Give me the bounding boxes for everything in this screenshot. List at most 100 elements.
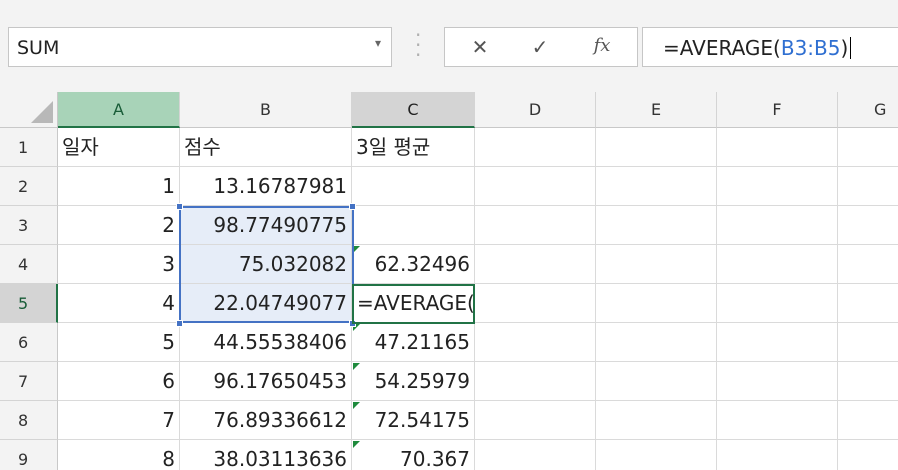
cell-d2[interactable] — [475, 167, 596, 206]
cell-f3[interactable] — [717, 206, 838, 245]
cell-b9[interactable]: 38.03113636 — [180, 440, 352, 470]
cell-e9[interactable] — [596, 440, 717, 470]
range-resize-handle[interactable] — [349, 203, 356, 210]
insert-function-icon[interactable]: fx — [587, 35, 617, 61]
cell-d9[interactable] — [475, 440, 596, 470]
cell-g7[interactable] — [838, 362, 898, 401]
cell-a1[interactable]: 일자 — [58, 128, 180, 167]
cell-c9[interactable]: 70.367 — [352, 440, 475, 470]
select-all-button[interactable] — [0, 92, 58, 128]
cell-b6[interactable]: 44.55538406 — [180, 323, 352, 362]
cell-g2[interactable] — [838, 167, 898, 206]
name-box[interactable]: SUM ▾ — [8, 27, 392, 67]
row-header-8[interactable]: 8 — [0, 401, 58, 440]
cell-f9[interactable] — [717, 440, 838, 470]
cell-a7[interactable]: 6 — [58, 362, 180, 401]
cell-d8[interactable] — [475, 401, 596, 440]
column-header-g[interactable]: G — [838, 92, 898, 128]
cell-c8[interactable]: 72.54175 — [352, 401, 475, 440]
cell-e2[interactable] — [596, 167, 717, 206]
row-header-6[interactable]: 6 — [0, 323, 58, 362]
cell-c5-editing[interactable]: =AVERAGE( — [352, 284, 475, 323]
grip-icon[interactable]: · · · — [415, 25, 421, 65]
cell-d1[interactable] — [475, 128, 596, 167]
cell-e1[interactable] — [596, 128, 717, 167]
cell-g5[interactable] — [838, 284, 898, 323]
cell-b1[interactable]: 점수 — [180, 128, 352, 167]
cell-f1[interactable] — [717, 128, 838, 167]
cell-b3[interactable]: 98.77490775 — [180, 206, 352, 245]
row-header-1[interactable]: 1 — [0, 128, 58, 167]
cell-d3[interactable] — [475, 206, 596, 245]
cell-f7[interactable] — [717, 362, 838, 401]
cell-g4[interactable] — [838, 245, 898, 284]
cell-a9[interactable]: 8 — [58, 440, 180, 470]
cell-b7[interactable]: 96.17650453 — [180, 362, 352, 401]
cell-e6[interactable] — [596, 323, 717, 362]
column-header-a[interactable]: A — [58, 92, 180, 128]
cell-f5[interactable] — [717, 284, 838, 323]
cell-g3[interactable] — [838, 206, 898, 245]
cell-d6[interactable] — [475, 323, 596, 362]
cell-a3[interactable]: 2 — [58, 206, 180, 245]
cell-c6[interactable]: 47.21165 — [352, 323, 475, 362]
cell-g1[interactable] — [838, 128, 898, 167]
enter-icon[interactable]: ✓ — [525, 35, 555, 61]
cell-g6[interactable] — [838, 323, 898, 362]
cell-e4[interactable] — [596, 245, 717, 284]
error-indicator-icon[interactable] — [353, 363, 360, 370]
range-resize-handle[interactable] — [349, 320, 356, 327]
formula-buttons: ✕ ✓ fx — [444, 27, 638, 67]
cell-b4[interactable]: 75.032082 — [180, 245, 352, 284]
cell-e8[interactable] — [596, 401, 717, 440]
range-resize-handle[interactable] — [176, 320, 183, 327]
row-header-3[interactable]: 3 — [0, 206, 58, 245]
cell-g9[interactable] — [838, 440, 898, 470]
cell-e3[interactable] — [596, 206, 717, 245]
cell-c2[interactable] — [352, 167, 475, 206]
cell-d7[interactable] — [475, 362, 596, 401]
cell-b8[interactable]: 76.89336612 — [180, 401, 352, 440]
cell-c3[interactable] — [352, 206, 475, 245]
row-header-7[interactable]: 7 — [0, 362, 58, 401]
column-header-b[interactable]: B — [180, 92, 352, 128]
error-indicator-icon[interactable] — [353, 246, 360, 253]
cell-a8[interactable]: 7 — [58, 401, 180, 440]
column-header-e[interactable]: E — [596, 92, 717, 128]
column-header-d[interactable]: D — [475, 92, 596, 128]
cell-d4[interactable] — [475, 245, 596, 284]
cell-d5[interactable] — [475, 284, 596, 323]
chevron-down-icon[interactable]: ▾ — [375, 36, 381, 50]
select-all-icon — [31, 101, 53, 123]
cell-c7[interactable]: 54.25979 — [352, 362, 475, 401]
row-header-2[interactable]: 2 — [0, 167, 58, 206]
row-header-9[interactable]: 9 — [0, 440, 58, 470]
cell-f6[interactable] — [717, 323, 838, 362]
range-resize-handle[interactable] — [176, 203, 183, 210]
text-caret — [850, 37, 852, 59]
cell-g8[interactable] — [838, 401, 898, 440]
cell-a2[interactable]: 1 — [58, 167, 180, 206]
cell-c1[interactable]: 3일 평균 — [352, 128, 475, 167]
error-indicator-icon[interactable] — [353, 441, 360, 448]
cancel-icon[interactable]: ✕ — [465, 35, 495, 61]
spreadsheet-grid: A B C D E F G 1 2 3 4 5 6 7 8 9 일자 점수 3일… — [0, 92, 898, 470]
column-header-c[interactable]: C — [352, 92, 475, 128]
cell-f2[interactable] — [717, 167, 838, 206]
cell-c4[interactable]: 62.32496 — [352, 245, 475, 284]
cell-e5[interactable] — [596, 284, 717, 323]
cell-a6[interactable]: 5 — [58, 323, 180, 362]
cell-f4[interactable] — [717, 245, 838, 284]
cell-a5[interactable]: 4 — [58, 284, 180, 323]
cell-a4[interactable]: 3 — [58, 245, 180, 284]
cell-b2[interactable]: 13.16787981 — [180, 167, 352, 206]
cell-e7[interactable] — [596, 362, 717, 401]
row-header-4[interactable]: 4 — [0, 245, 58, 284]
column-header-f[interactable]: F — [717, 92, 838, 128]
row-header-5[interactable]: 5 — [0, 284, 58, 323]
error-indicator-icon[interactable] — [353, 402, 360, 409]
cell-f8[interactable] — [717, 401, 838, 440]
name-box-value: SUM — [17, 37, 60, 59]
formula-input[interactable]: =AVERAGE(B3:B5) — [642, 27, 898, 67]
cell-b5[interactable]: 22.04749077 — [180, 284, 352, 323]
